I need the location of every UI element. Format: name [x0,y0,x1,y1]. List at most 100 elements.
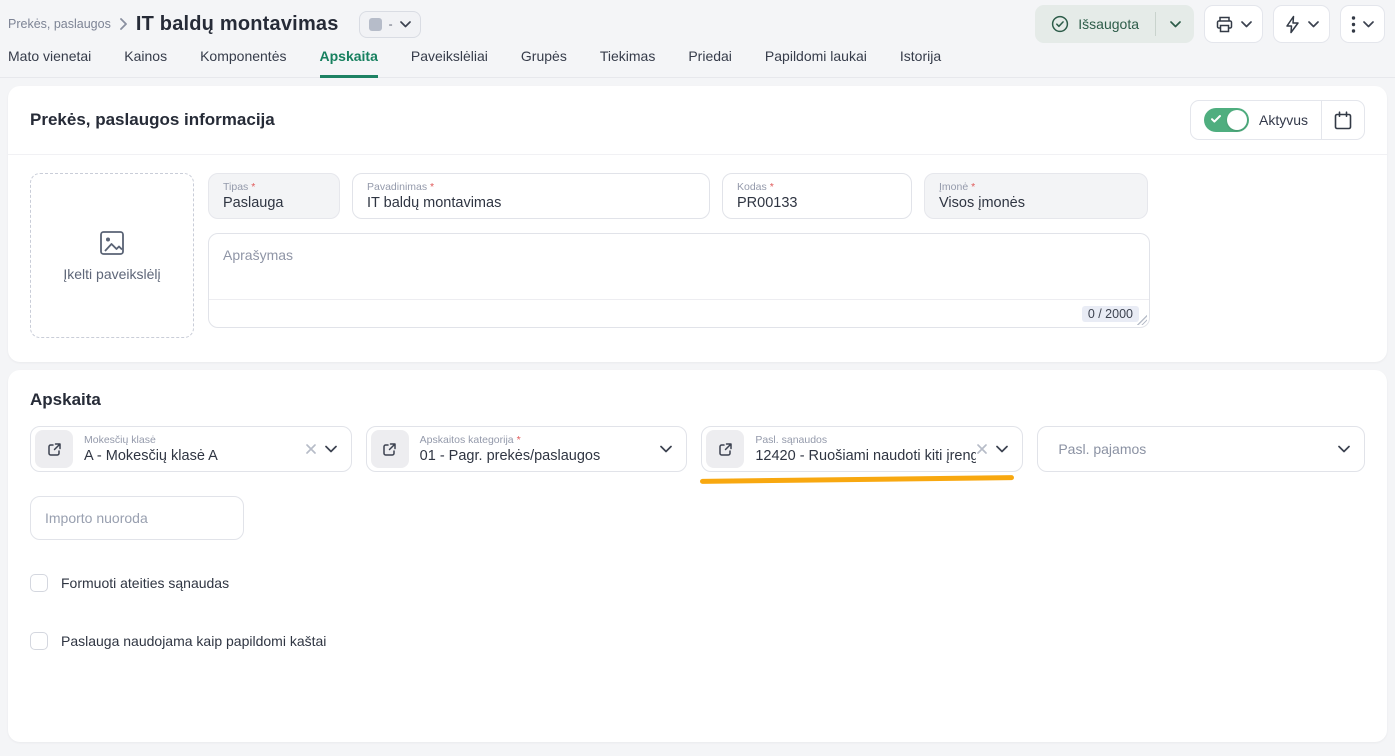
open-tax-class-button[interactable] [35,430,73,468]
tipas-label: Tipas * [223,181,327,194]
kodas-field[interactable]: Kodas * PR00133 [722,173,912,219]
chevron-down-icon [1363,21,1374,28]
chevron-down-icon [1241,21,1252,28]
tab-bar: Mato vienetai Kainos Komponentės Apskait… [0,48,1395,78]
calendar-icon [1334,111,1352,130]
chevron-down-icon [1308,21,1319,28]
tab-kainos[interactable]: Kainos [124,48,167,75]
saved-button[interactable]: Išsaugota [1035,5,1155,43]
image-upload-label: Įkelti paveikslėlį [63,266,160,282]
accounting-category-select[interactable]: Apskaitos kategorija * 01 - Pagr. prekės… [366,426,688,472]
chevron-down-icon [660,445,672,453]
pavadinimas-label: Pavadinimas * [367,181,697,194]
checkbox-unchecked-icon[interactable] [30,574,48,592]
kodas-value: PR00133 [737,194,899,212]
image-upload-icon [99,230,125,256]
description-footer: 0 / 2000 [209,299,1149,327]
active-toggle[interactable]: Aktyvus [1191,108,1321,132]
chevron-down-icon [1170,21,1181,28]
description-textarea[interactable] [209,234,1149,294]
variant-selector[interactable]: - [359,11,421,38]
chevron-down-icon [996,445,1008,453]
external-link-icon [718,442,733,457]
tax-class-value: A - Mokesčių klasė A [84,447,305,465]
active-toggle-label: Aktyvus [1259,112,1308,128]
check-circle-icon [1051,15,1069,33]
top-bar: Prekės, paslaugos IT baldų montavimas - … [0,0,1395,48]
future-costs-label: Formuoti ateities sąnaudas [61,575,229,591]
external-link-icon [382,442,397,457]
more-menu-button[interactable] [1340,5,1385,43]
description-container: 0 / 2000 [208,233,1150,328]
import-reference-input[interactable] [30,496,244,540]
tab-priedai[interactable]: Priedai [688,48,732,75]
top-actions: Išsaugota [1035,5,1385,43]
actions-button[interactable] [1273,5,1330,43]
print-button[interactable] [1204,5,1263,43]
accounting-title: Apskaita [30,390,101,409]
char-counter: 0 / 2000 [1082,306,1139,322]
tax-class-select[interactable]: Mokesčių klasė A - Mokesčių klasė A [30,426,352,472]
category-label: Apskaitos kategorija * [420,434,661,447]
tipas-value: Paslauga [223,194,327,212]
highlight-annotation [700,475,1014,484]
page-title: IT baldų montavimas [136,13,339,36]
toggle-on-icon [1204,108,1249,132]
open-service-costs-button[interactable] [706,430,744,468]
accounting-card: Apskaita Mokesčių klasė A - Mokesčių kla… [8,370,1387,742]
kebab-menu-icon [1351,15,1356,34]
service-costs-label: Pasl. sąnaudos [755,434,976,447]
tab-istorija[interactable]: Istorija [900,48,941,75]
future-costs-checkbox-row[interactable]: Formuoti ateities sąnaudas [30,574,1365,592]
tab-apskaita[interactable]: Apskaita [320,48,378,78]
saved-dropdown-button[interactable] [1156,5,1194,43]
kodas-label: Kodas * [737,181,899,194]
product-info-card: Prekės, paslaugos informacija Aktyvus Įk… [8,86,1387,362]
service-costs-value: 12420 - Ruošiami naudoti kiti įrenginiai… [755,447,976,465]
printer-icon [1215,15,1234,34]
service-income-select[interactable]: Pasl. pajamos [1037,426,1365,472]
clear-icon[interactable] [976,443,988,455]
tab-komponentes[interactable]: Komponentės [200,48,286,75]
info-fields: Tipas * Paslauga Pavadinimas * IT baldų … [208,173,1150,338]
additional-costs-checkbox-row[interactable]: Paslauga naudojama kaip papildomi kaštai [30,632,1365,650]
service-costs-select[interactable]: Pasl. sąnaudos 12420 - Ruošiami naudoti … [701,426,1023,472]
open-category-button[interactable] [371,430,409,468]
accounting-header: Apskaita [8,370,1387,426]
pavadinimas-field[interactable]: Pavadinimas * IT baldų montavimas [352,173,710,219]
saved-split-button: Išsaugota [1035,5,1194,43]
image-upload-dropzone[interactable]: Įkelti paveikslėlį [30,173,194,338]
info-card-body: Įkelti paveikslėlį Tipas * Paslauga Pava… [8,155,1387,362]
accounting-select-row: Mokesčių klasė A - Mokesčių klasė A [30,426,1365,472]
accounting-body: Mokesčių klasė A - Mokesčių klasė A [8,426,1387,674]
chevron-down-icon [1338,445,1350,453]
info-card-header: Prekės, paslaugos informacija Aktyvus [8,86,1387,155]
chevron-down-icon [325,445,337,453]
imone-label: Įmonė * [939,181,1135,194]
breadcrumb: Prekės, paslaugos IT baldų montavimas [8,13,339,36]
lightning-icon [1284,15,1301,34]
variant-value: - [389,17,393,31]
info-field-row: Tipas * Paslauga Pavadinimas * IT baldų … [208,173,1150,219]
calendar-button[interactable] [1322,100,1364,140]
resize-grip[interactable] [1137,315,1147,325]
tax-class-label: Mokesčių klasė [84,434,305,447]
imone-value: Visos įmonės [939,194,1135,212]
tab-papildomi-laukai[interactable]: Papildomi laukai [765,48,867,75]
status-controls: Aktyvus [1190,100,1365,140]
clear-icon[interactable] [305,443,317,455]
breadcrumb-root-link[interactable]: Prekės, paslaugos [8,17,111,31]
pavadinimas-value: IT baldų montavimas [367,194,697,212]
imone-field: Įmonė * Visos įmonės [924,173,1148,219]
tab-tiekimas[interactable]: Tiekimas [600,48,656,75]
service-income-placeholder: Pasl. pajamos [1042,441,1338,457]
checkbox-unchecked-icon[interactable] [30,632,48,650]
tab-mato-vienetai[interactable]: Mato vienetai [8,48,91,75]
tab-grupes[interactable]: Grupės [521,48,567,75]
saved-button-label: Išsaugota [1078,16,1139,32]
variant-swatch-icon [369,18,382,31]
tab-paveiksleliai[interactable]: Paveikslėliai [411,48,488,75]
external-link-icon [47,442,62,457]
chevron-down-icon [400,21,411,28]
breadcrumb-separator-icon [119,18,128,30]
